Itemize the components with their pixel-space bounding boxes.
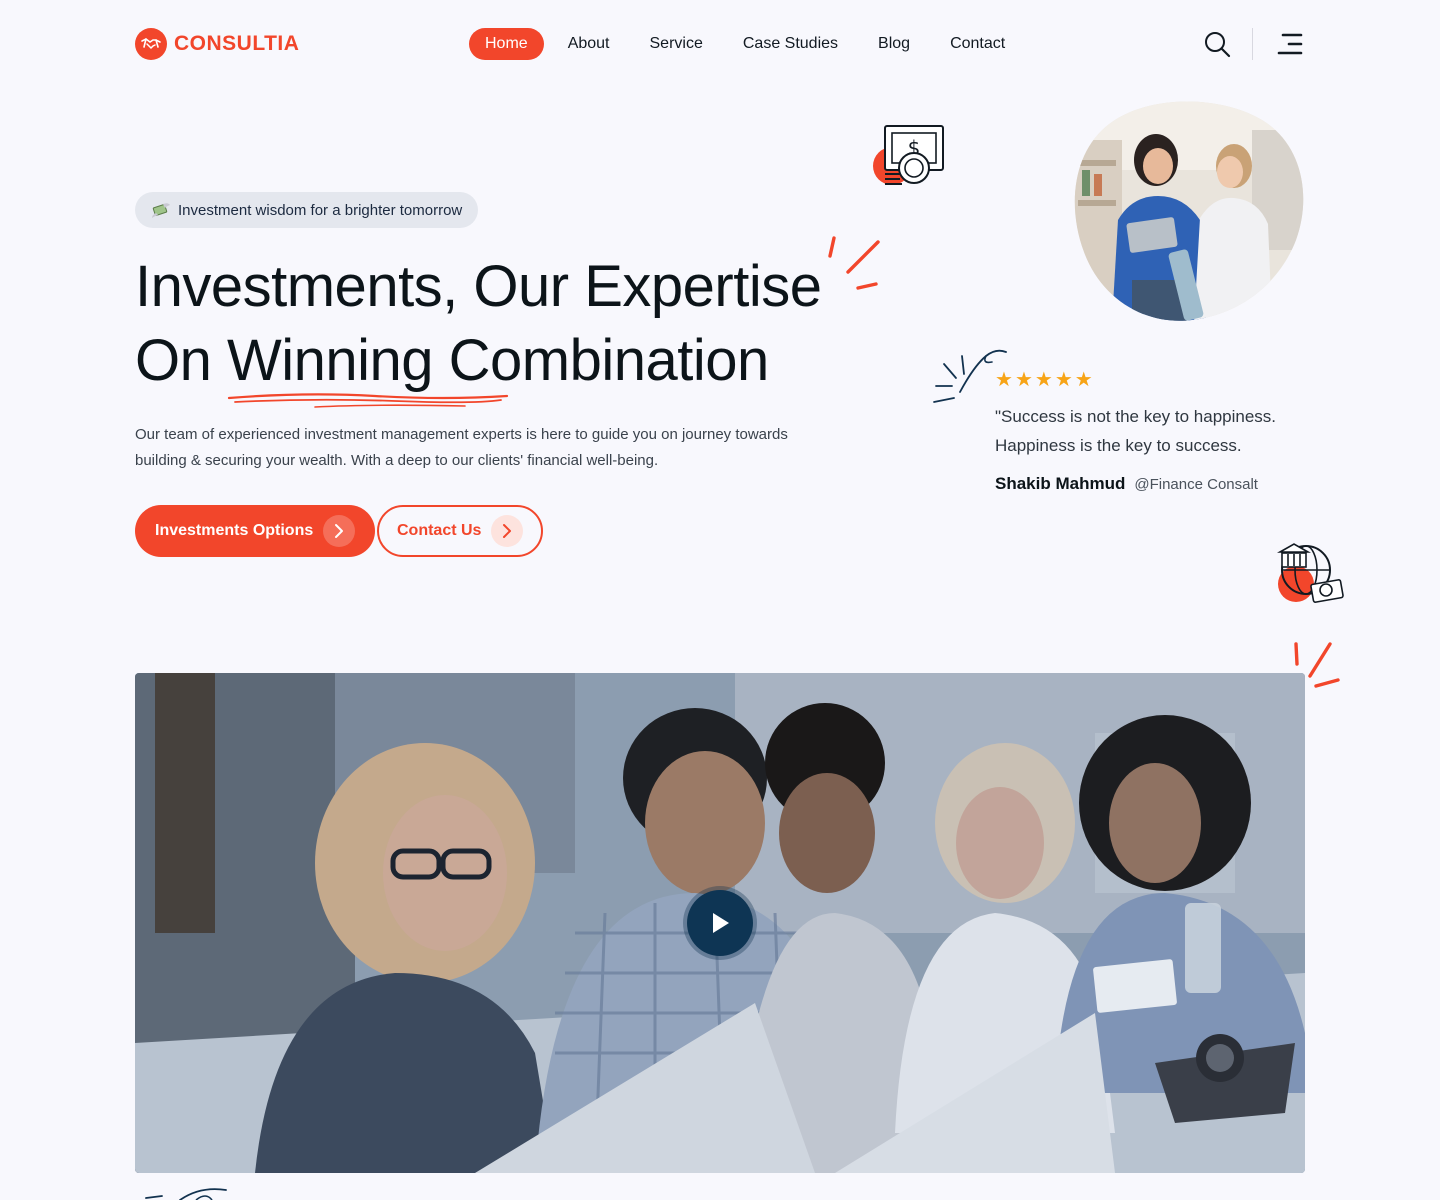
bank-globe-icon [1276,543,1344,603]
search-icon[interactable] [1201,28,1233,60]
hero-title: Investments, Our Expertise On Winning Co… [135,250,895,408]
play-icon [687,890,753,956]
main-nav: Home About Service Case Studies Blog Con… [469,28,1029,60]
scribble-decoration [145,1188,227,1200]
hero-title-on: On [135,328,227,393]
investments-options-label: Investments Options [155,522,314,539]
nav-item-service[interactable]: Service [634,28,719,60]
menu-icon[interactable] [1272,28,1306,60]
handshake-icon [135,28,167,60]
brand-name: CONSULTIA [174,32,300,55]
chevron-right-icon [323,515,356,547]
star-icon: ★ [1074,369,1093,391]
money-wings-icon [151,200,171,220]
nav-item-case-studies[interactable]: Case Studies [727,28,854,60]
header-divider [1252,28,1253,60]
nav-item-home[interactable]: Home [469,28,544,60]
hero-title-winning: Winning [227,328,434,393]
investments-options-button[interactable]: Investments Options [135,505,376,557]
money-icon: $ [873,125,944,185]
sparkle-decoration [828,236,880,290]
author-name: Shakib Mahmud [995,474,1126,493]
nav-item-about[interactable]: About [552,28,626,60]
testimonial-quote: "Success is not the key to happiness. Ha… [995,407,1277,455]
hero-title-highlight: Winning [227,324,509,408]
hero-title-combination: Combination [433,328,770,393]
chevron-right-icon [491,515,524,547]
contact-us-button[interactable]: Contact Us [377,505,544,557]
star-icon: ★ [1054,369,1073,391]
star-icon: ★ [1034,369,1053,391]
hero-title-line-2: On Winning Combination [135,324,895,408]
nav-item-contact[interactable]: Contact [934,28,1021,60]
rating-stars: ★ ★ ★ ★ ★ [995,370,1093,390]
author-handle: @Finance Consalt [1134,476,1258,493]
nav-item-blog[interactable]: Blog [862,28,926,60]
team-photo-blob [1074,101,1304,321]
hero-badge: Investment wisdom for a brighter tomorro… [135,192,479,228]
star-icon: ★ [1014,369,1033,391]
scribble-underline [227,393,509,408]
team-video[interactable] [135,673,1305,1173]
hero-title-line-1: Investments, Our Expertise [135,254,822,319]
hero-description: Our team of experienced investment manag… [135,426,788,469]
play-button[interactable] [683,886,757,960]
site-header: CONSULTIA Home About Service Case Studie… [0,0,1440,90]
hero-badge-text: Investment wisdom for a brighter tomorro… [178,201,463,219]
brand-logo[interactable]: CONSULTIA [135,28,299,60]
contact-us-label: Contact Us [397,522,482,539]
testimonial-author: Shakib Mahmud @Finance Consalt [995,474,1258,494]
star-icon: ★ [995,369,1013,391]
